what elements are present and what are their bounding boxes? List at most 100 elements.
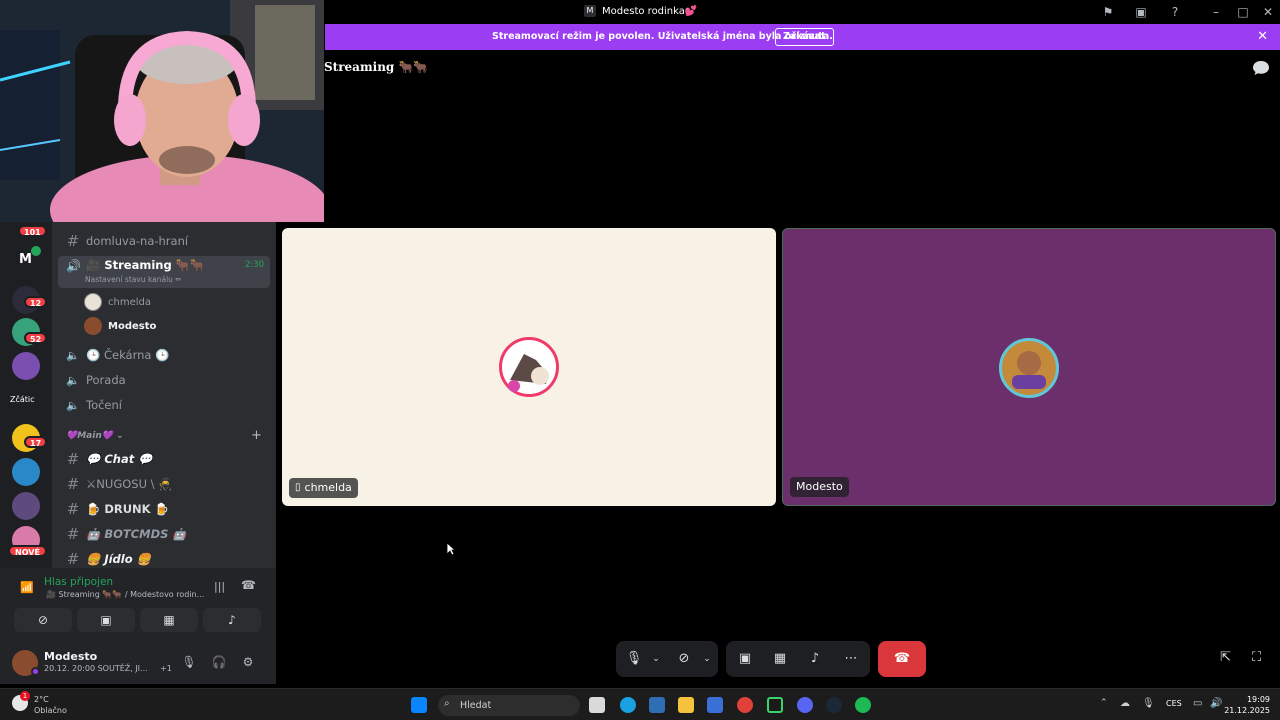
hang-up-button[interactable]: ☎ bbox=[878, 641, 926, 677]
server-badge-2: 52 bbox=[24, 332, 48, 344]
disable-streamer-mode-button[interactable]: Zakázat bbox=[775, 28, 834, 46]
channel-label: 🍔 Jídlo 🍔 bbox=[86, 552, 151, 566]
more-options-icon[interactable]: ⋯ bbox=[842, 651, 860, 667]
server-icon-3[interactable] bbox=[12, 352, 40, 380]
chrome-icon[interactable] bbox=[737, 697, 753, 713]
outlook-icon[interactable] bbox=[707, 697, 723, 713]
chevron-down-icon[interactable]: ⌄ bbox=[647, 651, 665, 667]
category-main[interactable]: 💜Main💜 ⌄ bbox=[66, 431, 124, 441]
clock-time: 19:09 bbox=[1246, 695, 1270, 704]
app-icon[interactable] bbox=[767, 697, 783, 713]
chevron-down-icon: ⌄ bbox=[116, 431, 124, 441]
channel-cekarna[interactable]: 🔈 🕒 Čekárna 🕒 bbox=[66, 344, 169, 366]
fullscreen-icon[interactable]: ⛶ bbox=[1252, 650, 1270, 668]
chat-bubble-icon[interactable] bbox=[1252, 60, 1270, 76]
voice-channel-path[interactable]: 🎥 Streaming 🐂🐂 / Modestovo rodin... bbox=[46, 590, 204, 599]
server-badge-1: 12 bbox=[24, 296, 48, 308]
start-windows-icon[interactable] bbox=[411, 697, 427, 713]
tray-microphone-icon[interactable]: 🎙 bbox=[1142, 698, 1155, 709]
channel-drunk[interactable]: # 🍺 DRUNK 🍺 bbox=[66, 498, 169, 520]
voice-user-chmelda[interactable]: chmelda bbox=[84, 293, 151, 311]
channel-label: 🕒 Čekárna 🕒 bbox=[86, 348, 170, 362]
help-icon[interactable]: ? bbox=[1167, 4, 1183, 20]
network-icon[interactable]: ▭ bbox=[1193, 698, 1202, 709]
minimize-icon[interactable]: – bbox=[1208, 4, 1224, 20]
channel-domluva[interactable]: # domluva-na-hraní bbox=[66, 230, 188, 252]
channel-label: domluva-na-hraní bbox=[86, 234, 189, 248]
user-name[interactable]: Modesto bbox=[44, 650, 97, 663]
noise-suppression-icon[interactable]: ||| bbox=[214, 580, 225, 593]
channel-chat[interactable]: # 💬 Chat 💬 bbox=[66, 448, 153, 470]
close-window-icon[interactable]: ✕ bbox=[1260, 4, 1276, 20]
banner-close-icon[interactable]: ✕ bbox=[1257, 29, 1268, 44]
server-icon-6[interactable] bbox=[12, 492, 40, 520]
channel-label: Točení bbox=[86, 398, 122, 412]
tray-cloud-icon[interactable]: ☁ bbox=[1120, 698, 1130, 709]
activities-icon[interactable]: ▦ bbox=[771, 651, 789, 667]
channel-botcmds[interactable]: # 🤖 BOTCMDS 🤖 bbox=[66, 523, 187, 545]
task-view-icon[interactable] bbox=[589, 697, 605, 713]
share-activity-controls: ▣ ▦ ♪ ⋯ bbox=[726, 641, 870, 677]
taskbar: 1 2°C Oblačno Hledat ⌕ ⌃ ☁ 🎙 CES ▭ 🔊 19:… bbox=[0, 688, 1280, 720]
server-m-icon[interactable]: M bbox=[19, 252, 32, 267]
soundboard-icon[interactable]: ♪ bbox=[806, 651, 824, 667]
volume-icon[interactable]: 🔊 bbox=[1210, 698, 1222, 709]
system-clock[interactable]: 19:09 21.12.2025 bbox=[1224, 694, 1270, 716]
server-badge-3: 17 bbox=[24, 436, 48, 448]
channel-porada[interactable]: 🔈 Porada bbox=[66, 369, 126, 391]
channel-status-setting[interactable]: Nastavení stavu kanálu ✏ bbox=[85, 275, 182, 284]
screen-share-icon[interactable]: ▣ bbox=[1133, 4, 1149, 20]
video-tile-chmelda[interactable]: ▯ chmelda bbox=[282, 228, 776, 506]
language-indicator[interactable]: CES bbox=[1166, 699, 1182, 708]
soundboard-button[interactable]: ♪ bbox=[203, 608, 261, 632]
window-title-text: Modesto rodinka💕 bbox=[602, 5, 698, 17]
weather-widget[interactable]: 2°C Oblačno bbox=[34, 694, 67, 716]
mouse-cursor-icon bbox=[446, 542, 456, 556]
taskbar-search[interactable]: Hledat bbox=[438, 695, 580, 716]
headphones-icon[interactable]: 🎧 bbox=[211, 654, 227, 670]
hash-icon: # bbox=[66, 500, 80, 518]
avatar bbox=[84, 293, 102, 311]
voice-status[interactable]: Hlas připojen bbox=[44, 576, 113, 588]
channel-title: Streaming 🐂🐂 bbox=[324, 60, 429, 74]
participant-avatar bbox=[999, 338, 1059, 398]
file-explorer-icon[interactable] bbox=[678, 697, 694, 713]
clock-date: 21.12.2025 bbox=[1224, 706, 1270, 715]
window-title: M Modesto rodinka💕 bbox=[584, 5, 697, 17]
microphone-icon[interactable]: 🎙 bbox=[181, 654, 197, 670]
pop-out-icon[interactable]: ⇱ bbox=[1220, 650, 1238, 668]
voice-user-modesto[interactable]: Modesto bbox=[84, 317, 156, 335]
channel-jidlo[interactable]: # 🍔 Jídlo 🍔 bbox=[66, 548, 151, 570]
settings-gear-icon[interactable]: ⚙ bbox=[240, 654, 256, 670]
camera-off-button[interactable]: ⊘ bbox=[14, 608, 72, 632]
channel-label: 🎥 Streaming 🐂🐂 bbox=[86, 258, 205, 272]
channel-streaming-active[interactable]: 🔊 🎥 Streaming 🐂🐂 2:30 Nastavení stavu ka… bbox=[58, 256, 270, 288]
add-channel-icon[interactable]: + bbox=[251, 428, 262, 443]
server-text-icon[interactable]: Zčátic bbox=[10, 395, 35, 404]
inbox-flag-icon[interactable]: ⚑ bbox=[1100, 4, 1116, 20]
voice-indicator-icon bbox=[31, 246, 41, 256]
chevron-up-icon[interactable]: ⌃ bbox=[1100, 698, 1108, 708]
channel-toceni[interactable]: 🔈 Točení bbox=[66, 394, 122, 416]
voice-connection-panel: 📶 Hlas připojen 🎥 Streaming 🐂🐂 / Modesto… bbox=[0, 568, 276, 684]
steam-icon[interactable] bbox=[826, 697, 842, 713]
discord-icon[interactable] bbox=[797, 697, 813, 713]
screen-share-button[interactable]: ▣ bbox=[77, 608, 135, 632]
mobile-device-icon: ▯ bbox=[295, 482, 301, 493]
camera-off-icon[interactable]: ⊘ bbox=[675, 651, 693, 667]
spotify-icon[interactable] bbox=[855, 697, 871, 713]
participant-label: Modesto bbox=[790, 477, 849, 497]
server-icon-5[interactable] bbox=[12, 458, 40, 486]
video-tile-modesto[interactable]: Modesto bbox=[782, 228, 1276, 506]
microphone-icon[interactable]: 🎙 bbox=[625, 651, 643, 667]
disconnect-icon[interactable]: ☎ bbox=[241, 578, 256, 592]
store-icon[interactable] bbox=[649, 697, 665, 713]
mic-camera-controls: 🎙 ⌄ ⊘ ⌄ bbox=[616, 641, 718, 677]
activities-button[interactable]: ▦ bbox=[140, 608, 198, 632]
chevron-down-icon[interactable]: ⌄ bbox=[698, 651, 716, 667]
channel-nugosu[interactable]: # ⚔NUGOSU \ 🥷 bbox=[66, 473, 173, 495]
signal-icon[interactable]: 📶 bbox=[20, 581, 34, 594]
screen-share-icon[interactable]: ▣ bbox=[736, 651, 754, 667]
edge-browser-icon[interactable] bbox=[620, 697, 636, 713]
maximize-icon[interactable]: □ bbox=[1235, 4, 1251, 20]
